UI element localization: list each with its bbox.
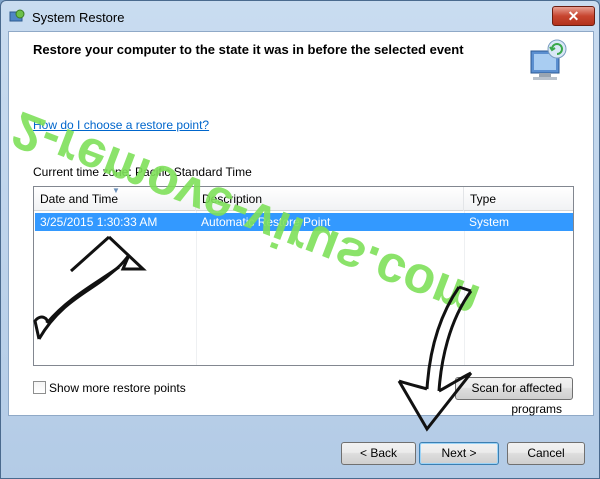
help-link[interactable]: How do I choose a restore point? — [33, 118, 209, 132]
title-bar[interactable]: System Restore ✕ — [1, 1, 599, 31]
column-header-description[interactable]: Description — [196, 187, 464, 211]
column-header-type[interactable]: Type — [464, 187, 573, 211]
close-icon: ✕ — [567, 8, 580, 24]
next-button[interactable]: Next > — [419, 442, 499, 465]
sort-arrow-icon: ▼ — [112, 186, 120, 195]
window-title: System Restore — [32, 10, 125, 25]
system-restore-window: System Restore ✕ Restore your computer t… — [0, 0, 600, 479]
system-restore-icon — [9, 9, 25, 22]
back-button[interactable]: < Back — [341, 442, 416, 465]
close-button[interactable]: ✕ — [552, 6, 595, 26]
list-header: Date and Time ▼ Description Type — [34, 187, 573, 211]
timezone-label: Current time zone: Pacific Standard Time — [33, 165, 252, 179]
cancel-button[interactable]: Cancel — [507, 442, 585, 465]
row-date: 3/25/2015 1:30:33 AM — [40, 215, 158, 229]
restore-computer-icon — [530, 39, 567, 80]
wizard-content: Restore your computer to the state it wa… — [8, 31, 594, 416]
restore-points-list[interactable]: Date and Time ▼ Description Type 3/25/20… — [33, 186, 574, 366]
show-more-checkbox[interactable] — [33, 381, 46, 394]
row-type: System — [469, 215, 510, 229]
column-divider — [196, 211, 197, 365]
scan-affected-programs-button[interactable]: Scan for affected programs — [455, 377, 573, 416]
page-title: Restore your computer to the state it wa… — [33, 42, 464, 57]
show-more-label: Show more restore points — [49, 381, 186, 395]
column-divider — [464, 211, 465, 365]
row-description: Automatic Restore Point — [201, 215, 331, 229]
table-row[interactable]: 3/25/2015 1:30:33 AM Automatic Restore P… — [35, 213, 573, 231]
